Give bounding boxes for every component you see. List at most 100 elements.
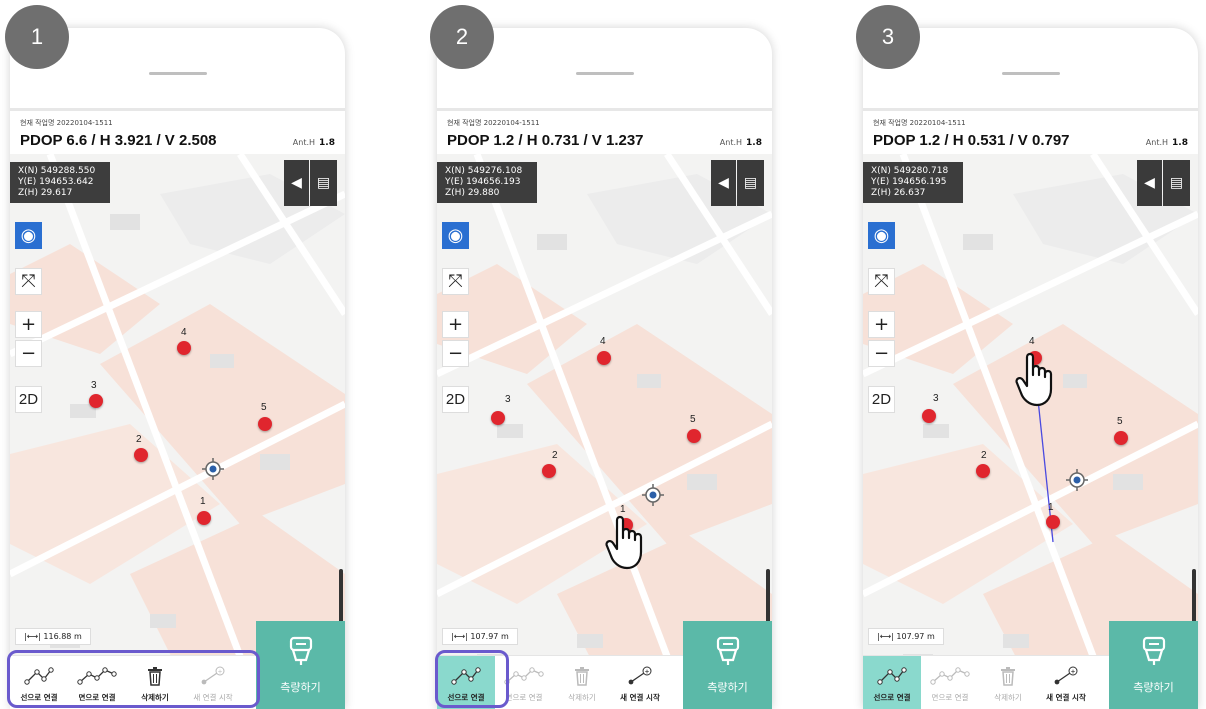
side-panel-toggle: ◀ ▤ <box>1137 160 1190 206</box>
area-connect-button[interactable]: 면으로 연결 <box>921 656 979 709</box>
coordinate-readout: X(N) 549280.718 Y(E) 194656.195 Z(H) 26.… <box>863 162 963 203</box>
trash-icon <box>574 664 590 688</box>
phone-panel-1: 현재 작업명 20220104-1511 PDOP 6.6 / H 3.921 … <box>10 28 345 709</box>
point-label: 4 <box>1029 336 1035 347</box>
2d-mode-button[interactable]: 2D <box>868 386 895 413</box>
survey-point[interactable] <box>258 417 272 431</box>
area-connect-label: 면으로 연결 <box>931 692 969 702</box>
gps-position-icon <box>1066 469 1088 491</box>
phone-panel-2: 현재 작업명 20220104-1511 PDOP 1.2 / H 0.731 … <box>437 28 772 709</box>
fit-extent-button[interactable]: ⤧ <box>868 268 895 295</box>
locate-button[interactable]: ◉ <box>15 222 42 249</box>
survey-point[interactable] <box>89 394 103 408</box>
zoom-in-button[interactable]: + <box>868 311 895 338</box>
line-connect-label: 선으로 연결 <box>873 692 911 702</box>
survey-point[interactable] <box>177 341 191 355</box>
measure-button[interactable]: 측량하기 <box>256 621 345 709</box>
drag-handle[interactable] <box>575 72 634 75</box>
antenna-height: Ant.H 1.8 <box>293 138 335 148</box>
measure-label: 측량하기 <box>280 680 321 694</box>
survey-point[interactable] <box>597 351 611 365</box>
point-label: 2 <box>552 450 558 461</box>
measure-button[interactable]: 측량하기 <box>683 621 772 709</box>
antenna-height-label: Ant.H <box>1145 138 1169 147</box>
delete-label: 삭제하기 <box>568 692 596 702</box>
point-label: 3 <box>91 380 97 391</box>
delete-label: 삭제하기 <box>994 692 1022 702</box>
scale-bar: |⟷| 116.88 m <box>15 628 91 645</box>
locate-button[interactable]: ◉ <box>868 222 895 249</box>
antenna-height-label: Ant.H <box>292 138 316 147</box>
clipboard-icon[interactable]: ▤ <box>737 160 764 206</box>
zoom-in-button[interactable]: + <box>442 311 469 338</box>
expand-icon: ⤧ <box>874 271 889 292</box>
area-connect-icon <box>504 664 544 688</box>
fit-extent-button[interactable]: ⤧ <box>15 268 42 295</box>
survey-point[interactable] <box>1046 515 1060 529</box>
pdop-readout: PDOP 1.2 / H 0.731 / V 1.237 <box>447 132 644 149</box>
measure-label: 측량하기 <box>1133 680 1174 694</box>
new-connection-button[interactable]: + 새 연결 시작 <box>1037 656 1095 709</box>
survey-point[interactable] <box>687 429 701 443</box>
antenna-height-value: 1.8 <box>1172 138 1188 148</box>
survey-point[interactable] <box>922 409 936 423</box>
phone-panel-3: 현재 작업명 20220104-1511 PDOP 1.2 / H 0.531 … <box>863 28 1198 709</box>
clipboard-icon[interactable]: ▤ <box>310 160 337 206</box>
locate-button[interactable]: ◉ <box>442 222 469 249</box>
trash-icon <box>1000 664 1016 688</box>
new-connection-label: 새 연결 시작 <box>1046 692 1086 702</box>
zoom-out-button[interactable]: − <box>868 340 895 367</box>
point-label: 3 <box>933 393 939 404</box>
survey-point[interactable] <box>197 511 211 525</box>
coord-y: Y(E) 194653.642 <box>18 177 94 187</box>
survey-point[interactable] <box>542 464 556 478</box>
coord-y: Y(E) 194656.193 <box>445 177 521 187</box>
survey-point[interactable] <box>976 464 990 478</box>
app-top-border <box>10 108 345 111</box>
coordinate-readout: X(N) 549276.108 Y(E) 194656.193 Z(H) 29.… <box>437 162 537 203</box>
job-name: 현재 작업명 20220104-1511 <box>447 119 540 127</box>
step-badge-1: 1 <box>5 5 69 69</box>
collapse-arrow-icon[interactable]: ◀ <box>1137 160 1162 206</box>
drag-handle[interactable] <box>1001 72 1060 75</box>
fit-extent-button[interactable]: ⤧ <box>442 268 469 295</box>
app-top-border <box>863 108 1198 111</box>
new-connection-icon: + <box>1053 664 1079 688</box>
measure-button[interactable]: 측량하기 <box>1109 621 1198 709</box>
point-label: 5 <box>690 414 696 425</box>
2d-mode-button[interactable]: 2D <box>442 386 469 413</box>
antenna-height-value: 1.8 <box>319 138 335 148</box>
zoom-out-button[interactable]: − <box>15 340 42 367</box>
point-label: 4 <box>600 336 606 347</box>
scale-value: 107.97 m <box>896 632 935 641</box>
measure-label: 측량하기 <box>707 680 748 694</box>
gps-position-icon <box>642 484 664 506</box>
survey-point[interactable] <box>134 448 148 462</box>
zoom-in-button[interactable]: + <box>15 311 42 338</box>
new-connection-button[interactable]: + 새 연결 시작 <box>611 656 669 709</box>
delete-button[interactable]: 삭제하기 <box>979 656 1037 709</box>
target-icon: ◉ <box>873 225 890 246</box>
scale-value: 116.88 m <box>43 632 82 641</box>
antenna-height-label: Ant.H <box>719 138 743 147</box>
survey-point[interactable] <box>1114 431 1128 445</box>
pdop-readout: PDOP 6.6 / H 3.921 / V 2.508 <box>20 132 217 149</box>
delete-button[interactable]: 삭제하기 <box>553 656 611 709</box>
collapse-arrow-icon[interactable]: ◀ <box>284 160 309 206</box>
line-connect-button[interactable]: 선으로 연결 <box>863 656 921 709</box>
job-name: 현재 작업명 20220104-1511 <box>20 119 113 127</box>
collapse-arrow-icon[interactable]: ◀ <box>711 160 736 206</box>
survey-instrument-icon <box>288 636 314 669</box>
coordinate-readout: X(N) 549288.550 Y(E) 194653.642 Z(H) 29.… <box>10 162 110 203</box>
survey-instrument-icon <box>715 636 741 669</box>
target-icon: ◉ <box>20 225 37 246</box>
svg-text:+: + <box>1070 668 1075 675</box>
new-connection-label: 새 연결 시작 <box>620 692 660 702</box>
drag-handle[interactable] <box>148 72 207 75</box>
zoom-out-button[interactable]: − <box>442 340 469 367</box>
2d-mode-button[interactable]: 2D <box>15 386 42 413</box>
clipboard-icon[interactable]: ▤ <box>1163 160 1190 206</box>
survey-point[interactable] <box>491 411 505 425</box>
point-label: 3 <box>505 394 511 405</box>
coord-z: Z(H) 26.637 <box>871 188 926 198</box>
